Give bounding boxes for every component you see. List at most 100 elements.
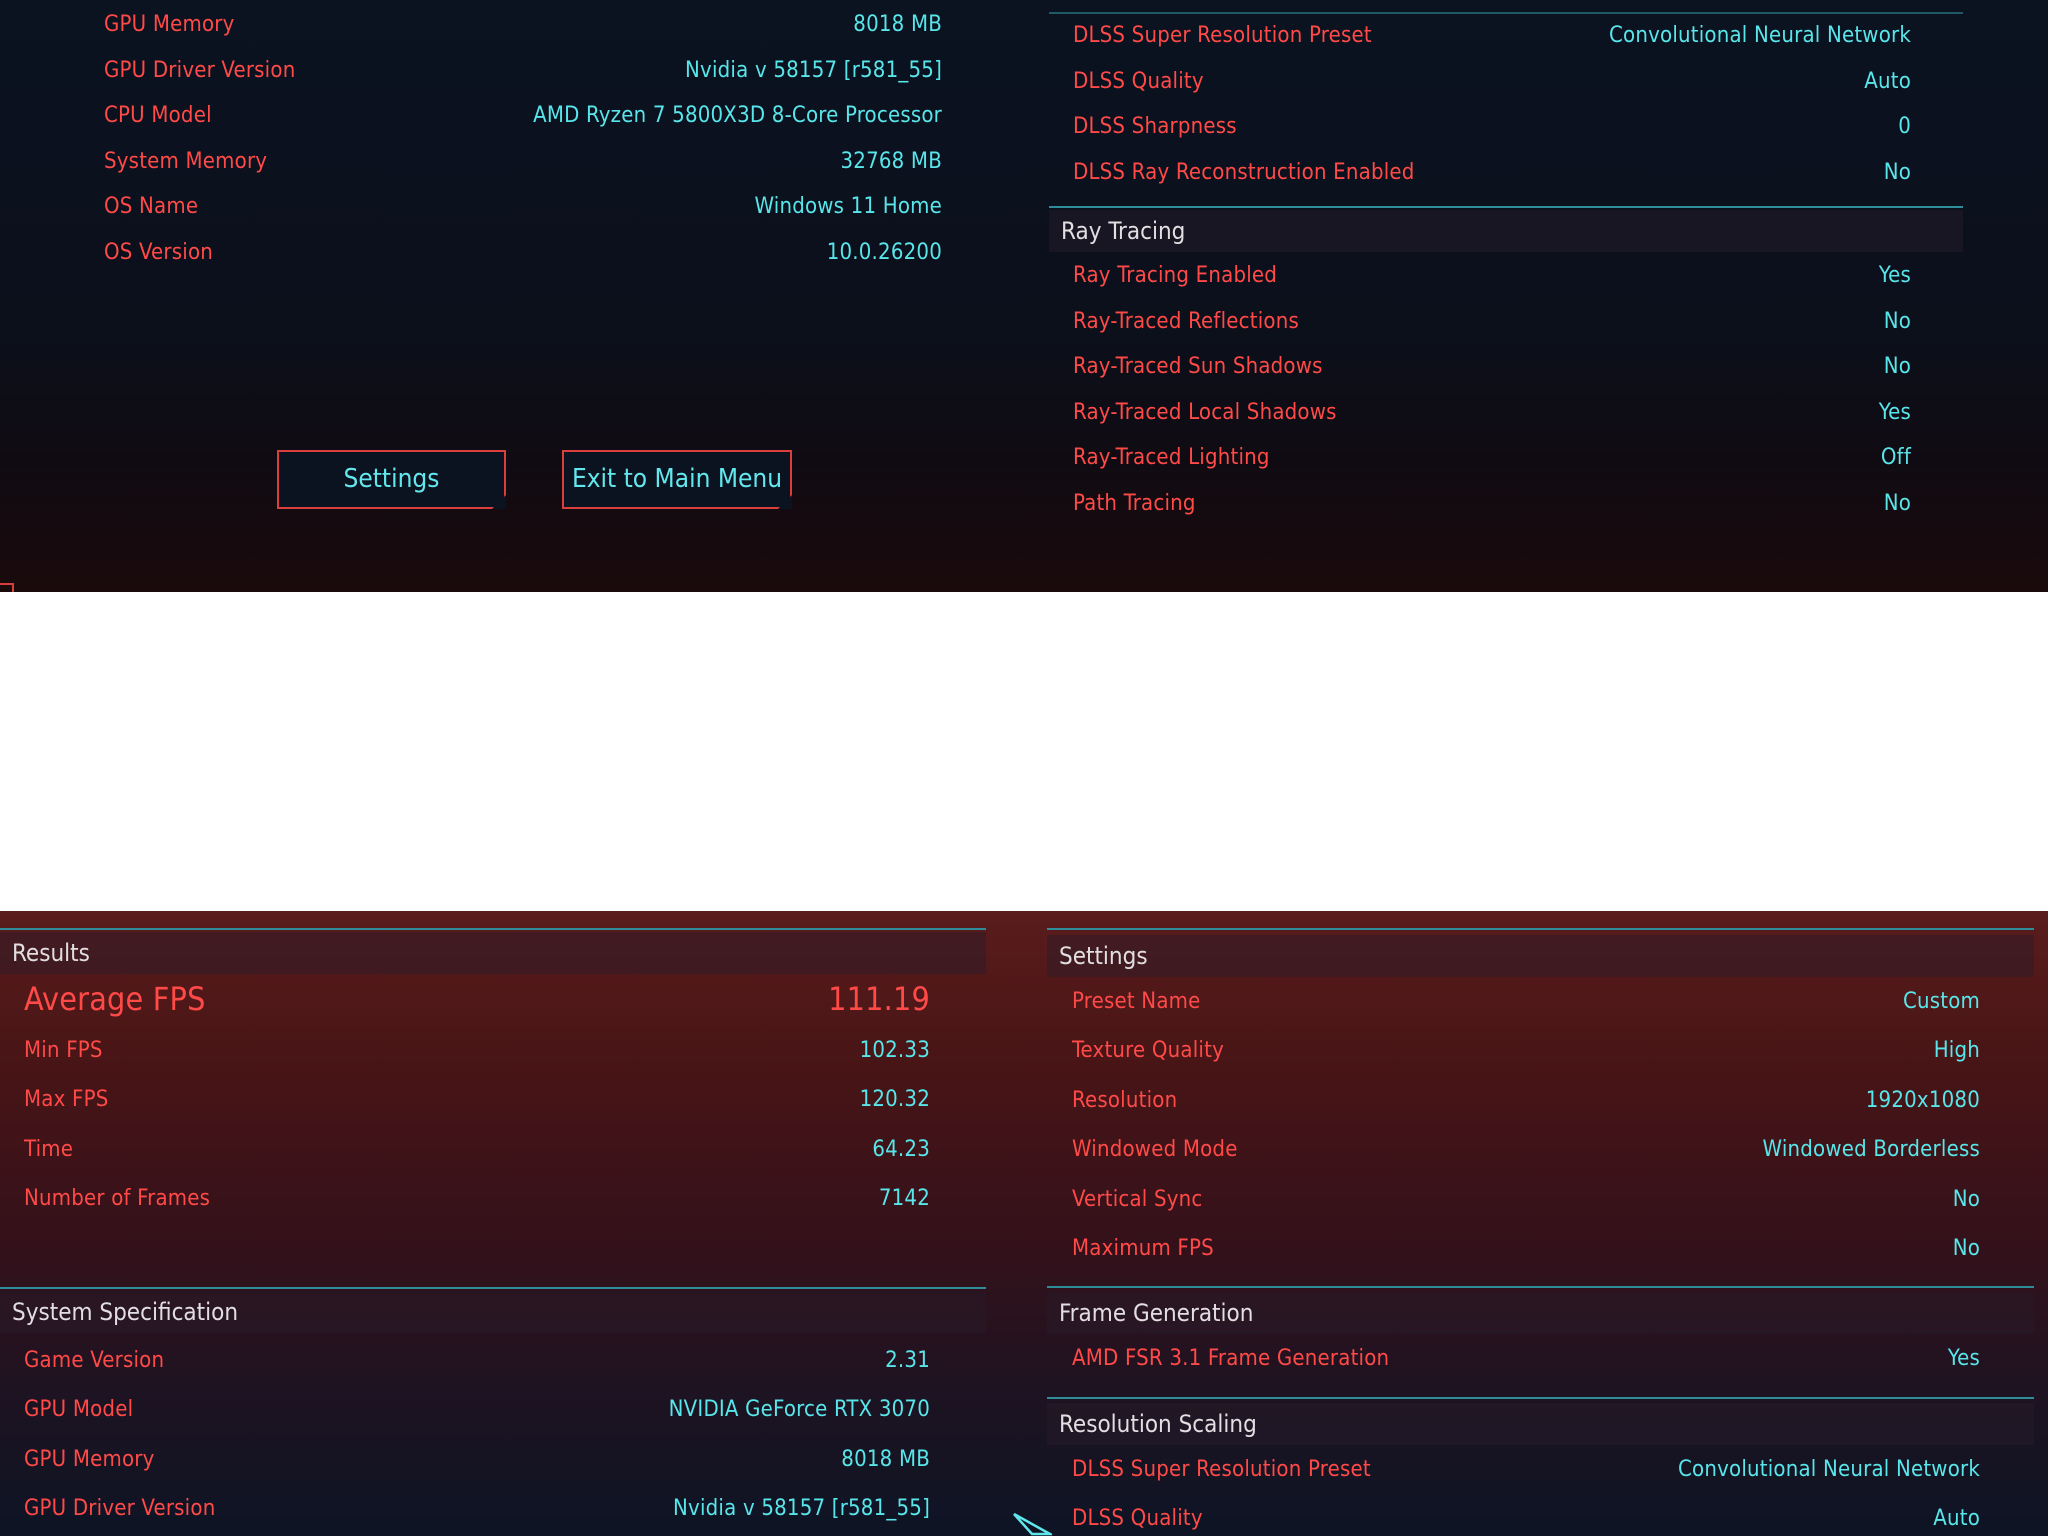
bottom-benchmark-panel: Results Average FPS 111.19 Min FPS 102.3… [0, 911, 2048, 1536]
results-row-min-fps: Min FPS 102.33 [24, 1031, 930, 1071]
row-label: GPU Memory [104, 12, 235, 37]
dlss-row-ray-reconstruction: DLSS Ray Reconstruction Enabled No [1073, 153, 1911, 193]
row-label: Game Version [24, 1348, 165, 1373]
row-value: 120.32 [859, 1087, 930, 1112]
row-label: Number of Frames [24, 1186, 211, 1211]
spec-row-os-version: OS Version 10.0.26200 [104, 233, 942, 273]
row-label: DLSS Super Resolution Preset [1072, 1457, 1371, 1482]
rt-row-lighting: Ray-Traced Lighting Off [1073, 438, 1911, 478]
row-value: 32768 MB [840, 149, 942, 174]
resolution-scaling-section-title: Resolution Scaling [1047, 1403, 2034, 1445]
results-row-average-fps: Average FPS 111.19 [24, 977, 930, 1023]
settings-row-maximum-fps: Maximum FPS No [1072, 1229, 1980, 1269]
button-corner-notch [778, 495, 792, 509]
rt-row-sun-shadows: Ray-Traced Sun Shadows No [1073, 347, 1911, 387]
row-value: 0 [1898, 114, 1911, 139]
row-value: 2.31 [885, 1348, 930, 1373]
row-value: No [1883, 309, 1911, 334]
spec-row-gpu-memory: GPU Memory 8018 MB [24, 1440, 930, 1480]
row-value: No [1883, 491, 1911, 516]
row-value: 8018 MB [853, 12, 942, 37]
row-value: Auto [1864, 69, 1911, 94]
settings-row-resolution: Resolution 1920x1080 [1072, 1081, 1980, 1121]
row-value: No [1952, 1236, 1980, 1261]
row-label: DLSS Quality [1072, 1506, 1203, 1531]
settings-button-label: Settings [343, 464, 440, 494]
frame-generation-section-title: Frame Generation [1047, 1292, 2034, 1334]
row-value: Windows 11 Home [754, 194, 942, 219]
row-value: High [1933, 1038, 1980, 1063]
system-spec-section-title: System Specification [0, 1291, 986, 1333]
row-label: Ray-Traced Local Shadows [1073, 400, 1337, 425]
row-value: AMD Ryzen 7 5800X3D 8-Core Processor [533, 103, 942, 128]
row-value: 8018 MB [841, 1447, 930, 1472]
resscale-row-dlss-preset: DLSS Super Resolution Preset Convolution… [1072, 1450, 1980, 1490]
button-corner-notch [492, 495, 506, 509]
spec-row-gpu-driver: GPU Driver Version Nvidia v 58157 [r581_… [24, 1489, 930, 1529]
settings-row-preset-name: Preset Name Custom [1072, 982, 1980, 1022]
row-value: Custom [1902, 989, 1980, 1014]
row-label: Ray-Traced Sun Shadows [1073, 354, 1323, 379]
settings-section-title: Settings [1047, 935, 2034, 977]
section-divider [1047, 1286, 2034, 1288]
row-value: 64.23 [872, 1137, 930, 1162]
top-benchmark-panel: GPU Memory 8018 MB GPU Driver Version Nv… [0, 0, 2048, 592]
row-label: Vertical Sync [1072, 1187, 1203, 1212]
spec-row-cpu-model: CPU Model AMD Ryzen 7 5800X3D 8-Core Pro… [104, 96, 942, 136]
results-section-title: Results [0, 932, 986, 974]
row-value: No [1883, 160, 1911, 185]
row-label: GPU Driver Version [104, 58, 296, 83]
frame-corner-accent [0, 583, 14, 592]
row-label: System Memory [104, 149, 268, 174]
row-label: GPU Model [24, 1397, 134, 1422]
row-label: DLSS Quality [1073, 69, 1204, 94]
row-label: Path Tracing [1073, 491, 1196, 516]
row-value: No [1883, 354, 1911, 379]
dlss-row-quality: DLSS Quality Auto [1073, 62, 1911, 102]
row-label: AMD FSR 3.1 Frame Generation [1072, 1346, 1390, 1371]
spec-row-gpu-model: GPU Model NVIDIA GeForce RTX 3070 [24, 1390, 930, 1430]
row-value: Off [1880, 445, 1911, 470]
settings-row-windowed-mode: Windowed Mode Windowed Borderless [1072, 1130, 1980, 1170]
row-value: Convolutional Neural Network [1609, 23, 1911, 48]
row-value: Yes [1878, 263, 1911, 288]
row-value: Auto [1933, 1506, 1980, 1531]
spec-row-gpu-memory: GPU Memory 8018 MB [104, 5, 942, 45]
row-label: Min FPS [24, 1038, 103, 1063]
spec-row-os-name: OS Name Windows 11 Home [104, 187, 942, 227]
row-label: Texture Quality [1072, 1038, 1224, 1063]
spec-row-game-version: Game Version 2.31 [24, 1341, 930, 1381]
row-value: 7142 [878, 1186, 930, 1211]
settings-button[interactable]: Settings [277, 450, 506, 509]
row-label: Maximum FPS [1072, 1236, 1214, 1261]
row-label: Ray-Traced Lighting [1073, 445, 1270, 470]
results-row-time: Time 64.23 [24, 1130, 930, 1170]
row-value: Convolutional Neural Network [1678, 1457, 1980, 1482]
row-label: DLSS Sharpness [1073, 114, 1237, 139]
row-label: Windowed Mode [1072, 1137, 1238, 1162]
dlss-row-sharpness: DLSS Sharpness 0 [1073, 107, 1911, 147]
row-value: 111.19 [828, 980, 930, 1018]
exit-to-main-menu-button[interactable]: Exit to Main Menu [562, 450, 792, 509]
row-label: Max FPS [24, 1087, 109, 1112]
results-row-max-fps: Max FPS 120.32 [24, 1080, 930, 1120]
dlss-row-preset: DLSS Super Resolution Preset Convolution… [1073, 16, 1911, 56]
section-divider [0, 1287, 986, 1289]
row-label: Ray Tracing Enabled [1073, 263, 1278, 288]
spec-row-system-memory: System Memory 32768 MB [104, 142, 942, 182]
spec-row-gpu-driver: GPU Driver Version Nvidia v 58157 [r581_… [104, 51, 942, 91]
row-label: Resolution [1072, 1088, 1178, 1113]
row-label: DLSS Ray Reconstruction Enabled [1073, 160, 1415, 185]
section-divider [1049, 206, 1963, 208]
row-value: 1920x1080 [1865, 1088, 1980, 1113]
row-value: NVIDIA GeForce RTX 3070 [668, 1397, 930, 1422]
row-value: Nvidia v 58157 [r581_55] [685, 58, 942, 83]
row-value: 10.0.26200 [826, 240, 942, 265]
results-row-number-of-frames: Number of Frames 7142 [24, 1179, 930, 1219]
resscale-row-dlss-quality: DLSS Quality Auto [1072, 1499, 1980, 1536]
row-label: OS Version [104, 240, 214, 265]
row-label: Preset Name [1072, 989, 1201, 1014]
row-label: GPU Memory [24, 1447, 155, 1472]
row-label: OS Name [104, 194, 199, 219]
rt-row-enabled: Ray Tracing Enabled Yes [1073, 256, 1911, 296]
